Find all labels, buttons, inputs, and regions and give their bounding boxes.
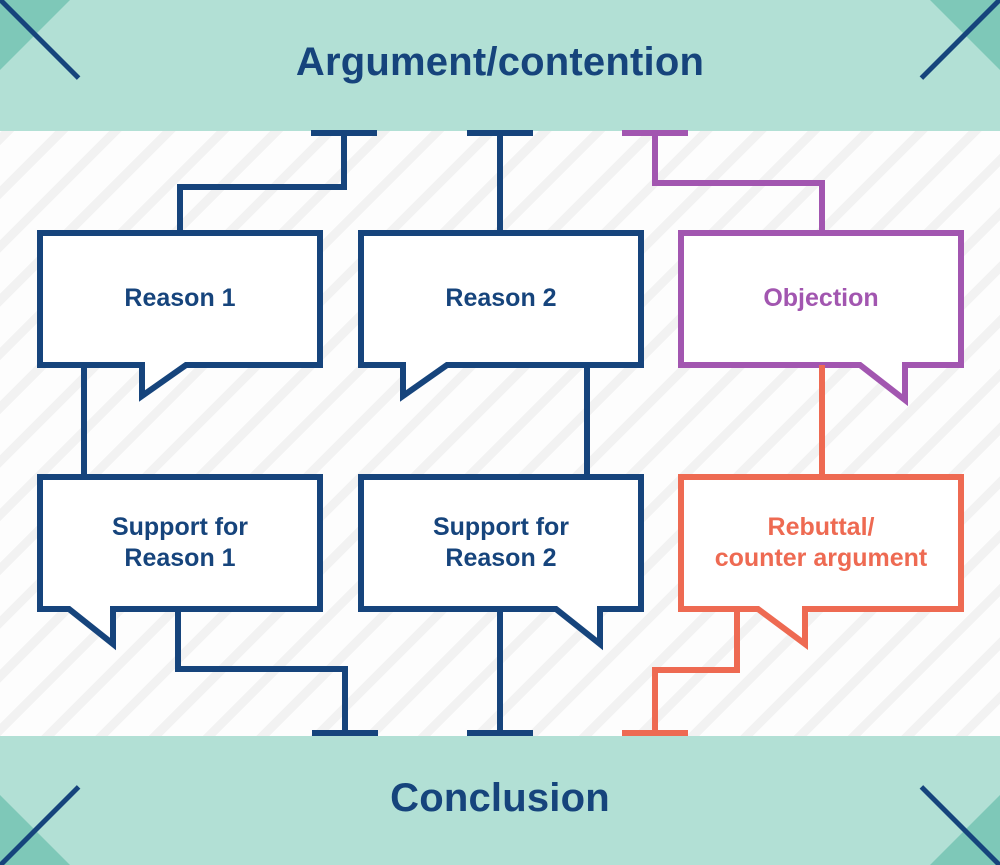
node-rebuttal-bubble xyxy=(678,474,964,650)
connector-support-2-to-conclusion xyxy=(467,609,533,736)
connector-argument-to-objection xyxy=(622,130,825,233)
connector-support-1-to-conclusion xyxy=(175,609,378,736)
connector-argument-to-reason-2 xyxy=(467,130,533,233)
connector-argument-to-reason-1 xyxy=(177,130,377,233)
diagram-vector-layer xyxy=(37,130,964,736)
connector-rebuttal-to-conclusion xyxy=(622,609,740,736)
node-reason-2-bubble xyxy=(358,230,644,402)
diagram-canvas: Argument/contention Conclusion Reason 1 … xyxy=(0,0,1000,865)
